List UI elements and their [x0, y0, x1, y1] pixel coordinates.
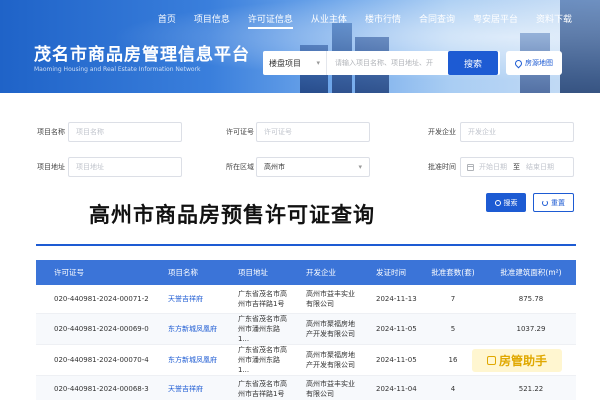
reset-button[interactable]: 重置: [533, 193, 574, 212]
permit-no-input[interactable]: [256, 122, 370, 142]
table-row[interactable]: 020-440981-2024-00068-3 天誉吉祥府 广东省茂名市高州市吉…: [36, 375, 576, 400]
developer-cell: 高州市聚福房地产开发有限公司: [288, 344, 358, 376]
reset-button-label: 重置: [551, 198, 565, 207]
column-header: 开发企业: [288, 260, 358, 285]
chevron-down-icon: ▾: [316, 59, 320, 67]
column-header: 许可证号: [36, 260, 150, 285]
column-header: 项目地址: [220, 260, 288, 285]
area-cell: 875.78: [486, 285, 576, 314]
nav-practitioners[interactable]: 从业主体: [311, 12, 347, 25]
permit-no-cell: 020-440981-2024-00069-0: [36, 313, 150, 345]
permit-no-label: 许可证号: [226, 128, 254, 136]
permit-table: 许可证号 项目名称 项目地址 开发企业 发证时间 批准套数(套) 批准建筑面积(…: [36, 260, 576, 400]
address-cell: 广东省茂名市高州市潘州东路1...: [220, 344, 288, 376]
units-cell: 4: [420, 375, 486, 400]
nav-downloads[interactable]: 资料下载: [536, 12, 572, 25]
developer-cell: 高州市益丰实业有限公司: [288, 375, 358, 400]
page-title: 高州市商品房预售许可证查询: [89, 203, 375, 227]
issue-date-cell: 2024-11-05: [358, 344, 420, 376]
developer-label: 开发企业: [428, 128, 456, 136]
start-date-placeholder[interactable]: 开始日期: [479, 162, 507, 172]
project-name-link[interactable]: 天誉吉祥府: [150, 375, 220, 400]
issue-date-cell: 2024-11-05: [358, 313, 420, 345]
title-divider: [36, 244, 576, 246]
address-cell: 广东省茂名市高州市吉祥路1号: [220, 285, 288, 314]
table-row[interactable]: 020-440981-2024-00071-2 天誉吉祥府 广东省茂名市高州市吉…: [36, 285, 576, 314]
search-type-value: 楼盘项目: [269, 58, 301, 68]
area-cell: 1037.29: [486, 313, 576, 345]
nav-market[interactable]: 楼市行情: [365, 12, 401, 25]
refresh-icon: [542, 199, 548, 206]
permit-no-cell: 020-440981-2024-00071-2: [36, 285, 150, 314]
calendar-icon: [467, 163, 474, 171]
region-label: 所在区域: [226, 163, 254, 171]
date-separator: 至: [513, 163, 520, 171]
search-button[interactable]: 搜索: [448, 51, 498, 75]
nav-permit-info[interactable]: 许可证信息: [247, 12, 293, 29]
site-title: 茂名市商品房管理信息平台: [34, 45, 250, 65]
end-date-placeholder[interactable]: 结束日期: [526, 162, 554, 172]
map-pin-icon: [513, 58, 524, 68]
project-name-link[interactable]: 东方新城凤凰府: [150, 344, 220, 376]
project-name-link[interactable]: 东方新城凤凰府: [150, 313, 220, 345]
developer-cell: 高州市益丰实业有限公司: [288, 285, 358, 314]
project-name-input[interactable]: [68, 122, 182, 142]
nav-yueanju[interactable]: 粤安居平台: [473, 12, 518, 25]
search-icon: [494, 199, 501, 206]
permit-no-cell: 020-440981-2024-00068-3: [36, 375, 150, 400]
map-button[interactable]: 房源地图: [506, 51, 562, 75]
query-button-label: 搜索: [503, 198, 518, 207]
developer-cell: 高州市聚福房地产开发有限公司: [288, 313, 358, 345]
query-button[interactable]: 搜索: [486, 193, 526, 212]
units-cell: 7: [420, 285, 486, 314]
chevron-down-icon: ▾: [358, 163, 362, 171]
house-icon: [486, 356, 496, 365]
issue-date-cell: 2024-11-04: [358, 375, 420, 400]
issue-date-cell: 2024-11-13: [358, 285, 420, 314]
watermark-text: 房管助手: [498, 354, 547, 368]
nav-contract-query[interactable]: 合同查询: [419, 12, 455, 25]
project-address-label: 项目地址: [37, 163, 65, 171]
units-cell: 5: [420, 313, 486, 345]
project-address-input[interactable]: [68, 157, 182, 177]
nav-home[interactable]: 首页: [158, 12, 176, 25]
top-nav: 首页 项目信息 许可证信息 从业主体 楼市行情 合同查询 粤安居平台 资料下载: [140, 12, 572, 29]
header-banner: 首页 项目信息 许可证信息 从业主体 楼市行情 合同查询 粤安居平台 资料下载 …: [0, 0, 600, 93]
permit-no-cell: 020-440981-2024-00070-4: [36, 344, 150, 376]
page: 首页 项目信息 许可证信息 从业主体 楼市行情 合同查询 粤安居平台 资料下载 …: [0, 0, 600, 400]
column-header: 发证时间: [358, 260, 420, 285]
region-select[interactable]: 高州市 ▾: [256, 157, 370, 177]
project-name-label: 项目名称: [37, 128, 65, 136]
column-header: 批准建筑面积(m²): [486, 260, 576, 285]
region-value: 高州市: [264, 163, 285, 171]
search-type-select[interactable]: 楼盘项目 ▾: [263, 51, 327, 75]
table-row[interactable]: 020-440981-2024-00069-0 东方新城凤凰府 广东省茂名市高州…: [36, 313, 576, 345]
project-name-link[interactable]: 天誉吉祥府: [150, 285, 220, 314]
table-header-row: 许可证号 项目名称 项目地址 开发企业 发证时间 批准套数(套) 批准建筑面积(…: [36, 260, 576, 285]
site-subtitle: Maoming Housing and Real Estate Informat…: [34, 66, 201, 73]
approval-time-label: 批准时间: [428, 163, 456, 171]
column-header: 批准套数(套): [420, 260, 486, 285]
developer-input[interactable]: [460, 122, 574, 142]
nav-project-info[interactable]: 项目信息: [194, 12, 230, 25]
column-header: 项目名称: [150, 260, 220, 285]
map-button-label: 房源地图: [525, 59, 553, 67]
area-cell: 521.22: [486, 375, 576, 400]
date-range-picker[interactable]: 开始日期 至 结束日期: [460, 157, 574, 177]
address-cell: 广东省茂名市高州市潘州东路1...: [220, 313, 288, 345]
watermark-badge: 房管助手: [472, 349, 562, 372]
address-cell: 广东省茂名市高州市吉祥路1号: [220, 375, 288, 400]
